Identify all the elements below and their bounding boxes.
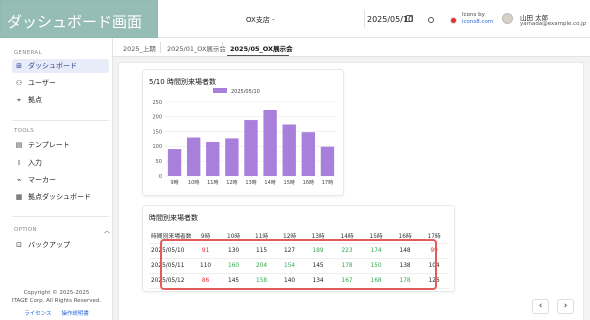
legend-label: 2025/05/10 [231,89,260,95]
sidebar-item-label: バックアップ [28,241,70,249]
calendar-icon[interactable] [406,15,413,22]
copyright-line: ITAGE Corp. All Rights Reserved. [11,298,102,304]
header-divider [364,10,365,28]
tab-2025-05-exhibition[interactable]: 2025/05_OX展示会 [230,43,293,53]
location-dashboard-icon: ▦ [15,193,23,201]
section-label-general: GENERAL [14,50,42,56]
bar [244,120,258,176]
sidebar-divider [12,120,109,121]
x-tick-label: 13時 [245,180,256,186]
y-tick-label: 150 [152,129,162,135]
manual-link[interactable]: 操作説明書 [61,311,89,317]
chart-card: 5/10 時間別来場者数 2025/05/10 0 50 100 150 200 250 9時… [142,69,344,196]
sidebar-item-label: テンプレート [28,141,70,149]
x-tick-label: 17時 [322,180,333,186]
japan-flag-icon[interactable] [450,17,457,24]
bar [186,137,201,176]
users-icon: ⚇ [15,79,23,87]
template-icon: ▤ [15,141,23,149]
x-tick-label: 16時 [303,180,314,186]
x-tick-label: 11時 [207,180,218,186]
x-tick-label: 14時 [264,180,275,186]
y-tick-label: 50 [156,159,162,165]
prev-button[interactable]: ‹ [532,299,549,314]
sidebar-item-label: マーカー [28,176,56,184]
section-label-tools: TOOLS [14,128,35,134]
sidebar-item-location-dashboard[interactable]: ▦ 拠点ダッシュボード [12,190,109,204]
x-tick-label: 15時 [284,180,295,186]
highlight-box [160,239,437,290]
user-email: yamada@example.co.jp [520,21,587,27]
sidebar-item-input[interactable]: Ⅰ 入力 [12,156,109,170]
x-tick-label: 12時 [226,180,237,186]
store-select[interactable]: OX支店 - [246,15,275,25]
y-tick-label: 200 [152,115,162,121]
sidebar-item-label: ダッシュボード [28,62,77,70]
bar [206,141,220,176]
y-tick-label: 100 [152,144,162,150]
sidebar-item-marker[interactable]: ⌁ マーカー [12,173,109,187]
bar-chart: 2025/05/10 0 50 100 150 200 250 9時 10時 11時 12時 13時 1… [152,88,337,186]
sidebar-item-dashboard[interactable]: ⊞ ダッシュボード [12,59,109,73]
sidebar: GENERAL ⊞ ダッシュボード ⚇ ユーザー ⌖ 拠点 TOOLS ▤ テン… [0,38,113,320]
sidebar-item-locations[interactable]: ⌖ 拠点 [12,93,109,107]
tab-divider [222,42,223,53]
bar [301,132,316,176]
icons8-link[interactable]: icons8.com [462,19,493,26]
bar [282,124,296,176]
sidebar-item-users[interactable]: ⚇ ユーザー [12,76,109,90]
bar [225,138,239,176]
tab-divider [160,42,161,53]
tab-2025-h1[interactable]: 2025_上期 [123,43,156,53]
legend-swatch [213,88,227,93]
x-tick-label: 10時 [188,180,199,186]
bar [263,109,277,176]
text-cursor-icon: Ⅰ [17,159,21,167]
avatar[interactable] [502,13,513,24]
section-label-option: OPTION [14,227,37,233]
bar [167,149,182,176]
sidebar-divider [12,216,109,217]
icons-credit: Icons by icons8.com [462,12,493,26]
tab-bar: 2025_上期 2025/01_OX展示会 2025/05_OX展示会 [113,38,590,57]
bar [320,146,335,176]
sidebar-item-label: ユーザー [28,79,56,87]
screen-title-overlay: ダッシュボード画面 [0,0,158,38]
y-tick-label: 0 [159,174,162,180]
location-icon: ⌖ [17,95,21,104]
sidebar-item-template[interactable]: ▤ テンプレート [12,138,109,152]
y-tick-label: 250 [152,100,162,106]
sidebar-item-label: 入力 [28,159,42,167]
sidebar-item-backup[interactable]: ⊡ バックアップ [12,238,109,252]
tab-2025-01-exhibition[interactable]: 2025/01_OX展示会 [167,43,226,53]
chevron-up-icon[interactable]: ︿ [104,226,110,235]
target-icon[interactable] [428,17,434,23]
license-link[interactable]: ライセンス [24,311,51,317]
sidebar-item-label: 拠点 [28,96,42,104]
active-tab-indicator [227,55,289,56]
copyright-line: Copyright © 2025-2025 [23,290,90,296]
grid-icon: ⊞ [16,62,22,70]
credit-text: Icons by [462,12,485,18]
copyright: Copyright © 2025-2025 ITAGE Corp. All Ri… [0,289,113,305]
table-title: 時間別来場者数 [149,214,198,222]
sidebar-item-label: 拠点ダッシュボード [28,193,91,201]
marker-icon: ⌁ [16,176,22,184]
next-button[interactable]: › [557,299,574,314]
x-tick-label: 9時 [170,180,178,186]
footer-links: ライセンス 操作説明書 [0,309,113,317]
backup-icon: ⊡ [16,241,22,249]
